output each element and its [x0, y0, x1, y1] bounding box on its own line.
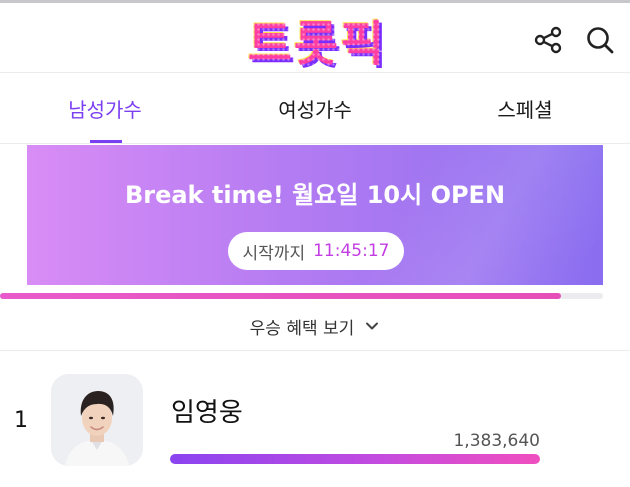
app-logo[interactable]: 트롯픽: [226, 7, 408, 72]
tab-special[interactable]: 스페셜: [460, 73, 590, 143]
vote-count: 1,383,640: [453, 431, 540, 451]
benefit-label: 우승 혜택 보기: [249, 318, 355, 339]
vote-progress-track: [0, 293, 603, 299]
countdown-time: 11:45:17: [313, 241, 390, 261]
break-time-banner: Break time! 월요일 10시 OPEN 시작까지 11:45:17: [27, 145, 603, 285]
tab-male-singers[interactable]: 남성가수: [40, 73, 170, 143]
share-icon: [534, 26, 562, 54]
search-button[interactable]: [582, 22, 618, 58]
tab-female-singers[interactable]: 여성가수: [250, 73, 380, 143]
countdown-label: 시작까지: [242, 243, 306, 264]
vote-progress-fill: [0, 293, 561, 299]
singer-photo: [51, 374, 143, 466]
singer-avatar[interactable]: [51, 374, 143, 466]
search-icon: [587, 27, 614, 54]
countdown-pill: 시작까지 11:45:17: [228, 232, 404, 270]
app: 트롯픽 남성가수 여성가수 스페셜 Break time! 월요일 10시 OP…: [0, 0, 630, 487]
singer-name: 임영웅: [171, 398, 243, 428]
vote-bar: [170, 454, 540, 464]
category-tabs: 남성가수 여성가수 스페셜: [0, 73, 630, 144]
share-button[interactable]: [530, 22, 566, 58]
app-header: 트롯픽: [0, 3, 630, 73]
logo-text: 트롯픽: [247, 16, 387, 72]
rank-number: 1: [14, 408, 28, 433]
active-tab-indicator: [90, 140, 122, 143]
banner-title: Break time! 월요일 10시 OPEN: [124, 181, 506, 209]
ranking-row[interactable]: 1 임영웅 1,383,640: [0, 352, 630, 487]
winner-benefit-toggle[interactable]: 우승 혜택 보기: [0, 302, 630, 351]
chevron-down-icon: [366, 322, 379, 330]
